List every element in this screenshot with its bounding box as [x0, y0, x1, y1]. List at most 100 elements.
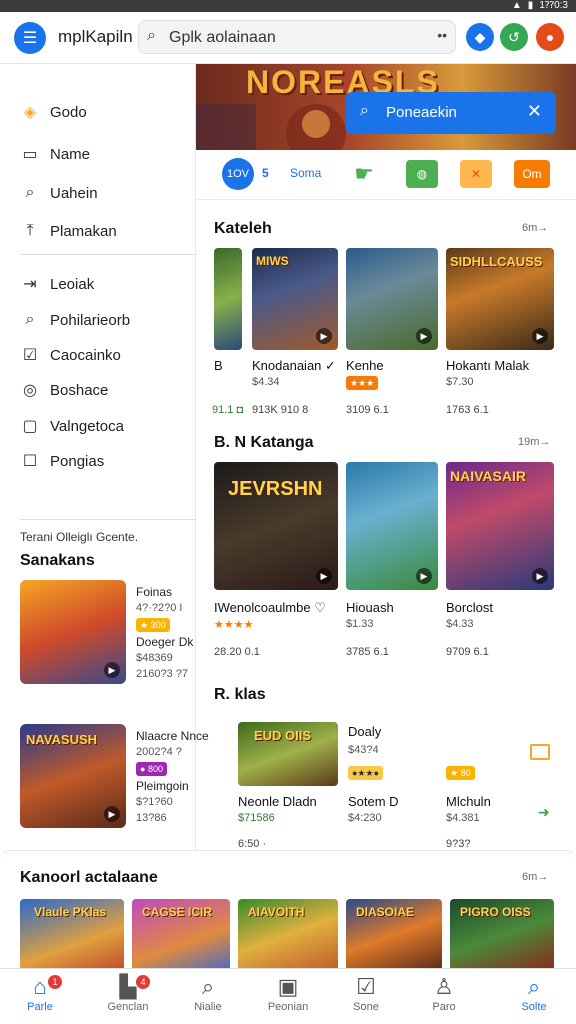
avatar[interactable]: ● — [536, 23, 564, 51]
drawer-divider — [20, 254, 196, 255]
drawer-item-9[interactable]: ☐ Pongias — [20, 449, 104, 473]
chip-box[interactable]: Om — [514, 160, 550, 188]
chip-count[interactable]: 5 — [262, 166, 269, 180]
note-icon: ☑ — [356, 974, 376, 999]
game-icon[interactable]: ◍ — [406, 160, 438, 188]
nav-home[interactable]: ⌂ Parle 1 — [8, 973, 72, 1013]
game-card[interactable]: Vlaule PKlas — [20, 899, 124, 971]
tablet-icon: ▣ — [277, 974, 299, 999]
chip-active[interactable]: 1OV — [222, 158, 254, 190]
nav-store[interactable]: ▙ Genclan 4 — [96, 973, 160, 1013]
section-title: Kateleh — [214, 220, 272, 237]
game-price: $4.33 — [446, 618, 474, 630]
meta-line: 13?86 — [136, 812, 167, 824]
game-card[interactable]: SIDHLLCAUSS ▶ — [446, 248, 554, 350]
card-title: AIAVOITH — [248, 905, 305, 919]
section-title: Kanoorl actalaane — [20, 869, 158, 886]
game-card[interactable]: EUD OIIS — [238, 722, 338, 786]
drawer-item-0[interactable]: ◈ Godo — [20, 100, 87, 124]
search-icon: ⌕ — [25, 184, 35, 201]
game-name: Mlchuln — [446, 794, 491, 809]
game-card[interactable]: JEVRSHN ▶ — [214, 462, 338, 590]
badge-value: 800 — [147, 764, 163, 774]
hero-action-button[interactable]: ⌕ Poneaekin ✕ — [346, 92, 556, 134]
meta-line: 4?·?2?0 I — [136, 602, 183, 614]
game-name: B — [214, 358, 223, 373]
search-bar[interactable]: ⌕ •• — [138, 20, 456, 54]
nav-search[interactable]: ⌕ Nialie — [176, 973, 240, 1013]
card-title: CAGSE ICIR — [142, 905, 213, 919]
chat-icon: ▢ — [22, 418, 38, 435]
drawer-item-6[interactable]: ☑ Caocainko — [20, 343, 121, 367]
game-card[interactable]: DIASOIAE — [346, 899, 442, 971]
top-app-bar: ☰ mplKapiln ⌕ •• ◆ ↺ ● — [0, 12, 576, 64]
game-card[interactable]: ▶ — [346, 248, 438, 350]
card-title: JEVRSHN — [228, 478, 323, 500]
meta-line: Foinas — [136, 585, 173, 599]
drawer-game-card[interactable]: ▶ — [20, 580, 126, 684]
hand-icon[interactable]: ☛ — [348, 160, 380, 188]
see-more-link[interactable]: 19m→ — [518, 436, 550, 448]
drawer-item-label: Pohilarieorb — [50, 311, 131, 329]
menu-button[interactable]: ☰ — [14, 22, 46, 54]
check-icon: ☑ — [22, 347, 38, 364]
signal-icon: ▮ — [527, 0, 534, 11]
category-chips: 1OV 5 Soma ☛ ◍ ✕ Om — [196, 150, 576, 200]
nav-tablet[interactable]: ▣ Peonian — [256, 973, 320, 1013]
bell-icon: ◆ — [474, 28, 486, 45]
navigation-drawer: ◈ Godo ▭ Name ⌕ Uahein ⤒ Plamakan ⇥ Leoiak ⌕ P… — [0, 64, 209, 850]
close-icon[interactable]: ✕ — [527, 101, 542, 122]
nav-notes[interactable]: ☑ Sone — [334, 973, 398, 1013]
drawer-divider — [20, 519, 196, 520]
drawer-item-2[interactable]: ⌕ Uahein — [20, 181, 98, 205]
section-title: B. N Katanga — [214, 434, 314, 451]
drawer-item-label: Name — [50, 145, 91, 163]
drawer-item-3[interactable]: ⤒ Plamakan — [20, 219, 116, 243]
game-name: Kenhe — [346, 358, 384, 373]
game-name: Doaly — [348, 724, 382, 739]
square-icon: ☐ — [22, 453, 38, 470]
arrow-icon[interactable]: ➜ — [538, 804, 550, 821]
swords-icon[interactable]: ✕ — [460, 160, 492, 188]
game-card[interactable]: PIGRO OISS — [450, 899, 554, 971]
drawer-item-7[interactable]: ◎ Boshace — [20, 378, 108, 402]
game-name: Neonle Dladn — [238, 794, 317, 809]
more-dots-icon[interactable]: •• — [437, 27, 447, 43]
drawer-card-meta: Nlaacre Nnce 2002?4 ? ● 800 Pleimgoin $?… — [136, 728, 209, 826]
drawer-item-4[interactable]: ⇥ Leoiak — [20, 272, 94, 296]
hero-button-label: Poneaekin — [386, 104, 457, 121]
home-icon: ◈ — [23, 104, 37, 121]
drawer-item-5[interactable]: ⌕ Pohilarieorb — [20, 308, 131, 332]
game-card[interactable] — [214, 248, 242, 350]
store-icon: ▙ — [119, 974, 137, 999]
see-more-link[interactable]: 6m→ — [522, 222, 548, 234]
drawer-item-label: Uahein — [50, 184, 98, 202]
play-icon: ▶ — [416, 568, 432, 584]
game-price: $71586 — [238, 812, 275, 824]
notification-button[interactable]: ◆ — [466, 23, 494, 51]
wifi-icon: ▲ — [511, 0, 522, 11]
game-name: Hokantı Malak — [446, 358, 530, 373]
nav-profile[interactable]: ♙ Paro — [412, 973, 476, 1013]
game-card[interactable]: ▶ — [346, 462, 438, 590]
chip-label[interactable]: Soma — [290, 166, 321, 180]
game-card[interactable]: CAGSE ICIR — [132, 899, 230, 971]
drawer-item-1[interactable]: ▭ Name — [20, 142, 90, 166]
points-badge: ● 800 — [136, 762, 167, 776]
game-card[interactable]: MIWS ▶ — [252, 248, 338, 350]
search-input[interactable] — [169, 25, 419, 51]
nav-search-alt[interactable]: ⌕ Solte — [502, 973, 566, 1013]
game-stat: 28.20 0.1 — [214, 646, 260, 658]
game-stat: 1763 6.1 — [446, 404, 489, 416]
play-icon: ▶ — [416, 328, 432, 344]
drawer-item-label: Pongias — [50, 452, 105, 470]
game-card[interactable]: AIAVOITH — [238, 899, 338, 971]
game-name: Borclost — [446, 600, 493, 615]
drawer-game-card[interactable]: NAVASUSH ▶ — [20, 724, 126, 828]
drawer-item-8[interactable]: ▢ Valngetoca — [20, 414, 124, 438]
game-card[interactable]: NAIVASAIR ▶ — [446, 462, 554, 590]
rewards-button[interactable]: ↺ — [500, 23, 528, 51]
badge-value: 300 — [150, 620, 166, 630]
drawer-caption: Terani Olleiglı Gcente. — [20, 530, 139, 544]
see-more-link[interactable]: 6m→ — [522, 871, 548, 883]
